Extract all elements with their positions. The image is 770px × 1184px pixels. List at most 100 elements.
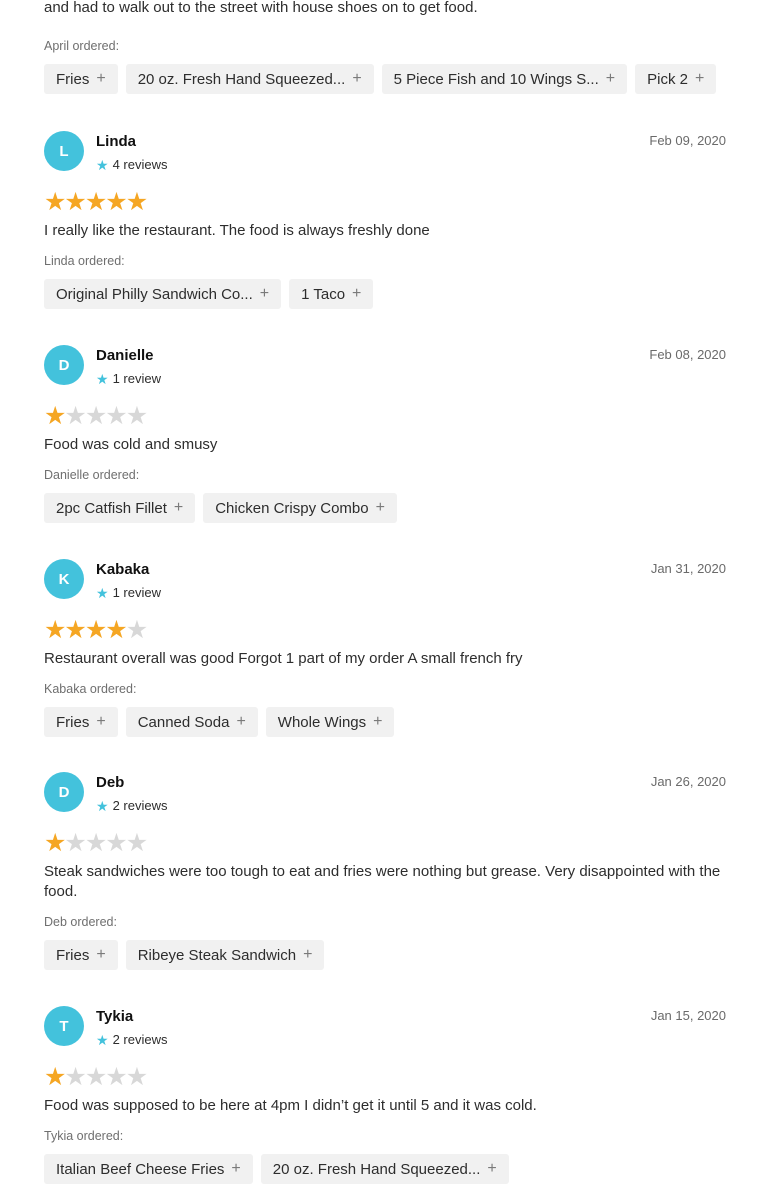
review-count-label: 1 review: [112, 371, 161, 386]
review-count: ★ 2 reviews: [96, 1032, 167, 1047]
star-rating: ★★★★★: [44, 830, 726, 856]
ordered-item-label: Ribeye Steak Sandwich: [137, 946, 297, 964]
ordered-item-label: Whole Wings: [277, 713, 367, 731]
star-icon: ★: [105, 829, 127, 857]
ordered-item-chip[interactable]: Fries +: [44, 940, 118, 970]
star-icon: ★: [64, 1063, 86, 1091]
review-card: L Linda ★ 4 reviews Feb 09, 2020 ★★★★★ I reall…: [44, 131, 726, 309]
star-icon: ★: [125, 616, 148, 644]
plus-icon[interactable]: +: [303, 946, 312, 964]
plus-icon[interactable]: +: [96, 713, 105, 731]
plus-icon[interactable]: +: [96, 946, 105, 964]
plus-icon[interactable]: +: [352, 70, 361, 88]
ordered-item-label: Original Philly Sandwich Co...: [56, 285, 253, 303]
ordered-item-chip[interactable]: Pick 2 +: [635, 64, 717, 94]
review-card: K Kabaka ★ 1 review Jan 31, 2020 ★★★★★ Restaur…: [44, 559, 726, 737]
star-icon: ★: [84, 829, 107, 857]
ordered-item-chip[interactable]: 2pc Catfish Fillet +: [44, 493, 196, 523]
ordered-items: Fries + Canned Soda + Whole Wings +: [44, 707, 726, 737]
review-header: D Danielle ★ 1 review Feb 08, 2020: [44, 345, 726, 403]
star-icon: ★: [44, 1063, 66, 1091]
star-icon: ★: [84, 616, 107, 644]
ordered-items: Italian Beef Cheese Fries +20 oz. Fresh H…: [44, 1154, 726, 1184]
star-icon: ★: [44, 616, 66, 644]
ordered-item-chip[interactable]: Italian Beef Cheese Fries +: [44, 1154, 253, 1184]
plus-icon[interactable]: +: [231, 1160, 240, 1178]
plus-icon[interactable]: +: [695, 70, 704, 88]
avatar: D: [44, 345, 84, 385]
reviews-feed: The food was pretty good. The only issue…: [44, 0, 726, 1184]
star-rating: ★★★★★: [44, 403, 726, 429]
star-icon: ★: [125, 188, 148, 216]
plus-icon[interactable]: +: [260, 285, 269, 303]
reviewer-name[interactable]: Linda: [96, 133, 136, 150]
ordered-item-chip[interactable]: Ribeye Steak Sandwich +: [125, 940, 325, 970]
review-order: Linda ordered: Original Philly Sandwich C…: [44, 253, 726, 309]
reviewer-name[interactable]: Kabaka: [96, 561, 149, 578]
ordered-items: Fries +20 oz. Fresh Hand Squeezed... +5 Pi…: [44, 64, 726, 94]
star-rating: ★★★★★: [44, 189, 726, 215]
review-header: D Deb ★ 2 reviews Jan 26, 2020: [44, 772, 726, 830]
reviewer-name[interactable]: Tykia: [96, 1008, 133, 1025]
ordered-item-chip[interactable]: Canned Soda +: [125, 707, 258, 737]
star-icon: ★: [96, 370, 109, 387]
ordered-item-chip[interactable]: Fries +: [44, 707, 118, 737]
ordered-item-chip[interactable]: 20 oz. Fresh Hand Squeezed... +: [260, 1154, 509, 1184]
review-text: Food was cold and smusy: [44, 436, 218, 453]
star-icon: ★: [64, 402, 86, 430]
previous-review-order: April ordered: Fries +20 oz. Fresh Hand S…: [44, 38, 726, 94]
review-header: K Kabaka ★ 1 review Jan 31, 2020: [44, 559, 726, 617]
review-header: T Tykia ★ 2 reviews Jan 15, 2020: [44, 1006, 726, 1064]
review-date: Feb 08, 2020: [649, 347, 726, 362]
ordered-items: Fries + Ribeye Steak Sandwich +: [44, 940, 726, 970]
ordered-item-chip[interactable]: Chicken Crispy Combo +: [203, 493, 397, 523]
star-icon: ★: [84, 188, 107, 216]
plus-icon[interactable]: +: [376, 499, 385, 517]
ordered-item-label: 20 oz. Fresh Hand Squeezed...: [137, 70, 346, 88]
plus-icon[interactable]: +: [96, 70, 105, 88]
star-icon: ★: [96, 156, 109, 173]
review-order: Danielle ordered: 2pc Catfish Fillet + Chic…: [44, 467, 726, 523]
ordered-item-label: Fries: [56, 70, 90, 88]
plus-icon[interactable]: +: [174, 499, 183, 517]
review-count-label: 2 reviews: [112, 798, 168, 813]
ordered-item-chip[interactable]: Whole Wings +: [265, 707, 395, 737]
avatar: D: [44, 772, 84, 812]
reviewer-name[interactable]: Danielle: [96, 347, 154, 364]
review-card: D Danielle ★ 1 review Feb 08, 2020 ★★★★★ Food …: [44, 345, 726, 523]
ordered-item-chip[interactable]: Fries +: [44, 64, 118, 94]
plus-icon[interactable]: +: [373, 713, 382, 731]
ordered-item-chip[interactable]: 20 oz. Fresh Hand Squeezed... +: [125, 64, 374, 94]
star-icon: ★: [105, 616, 127, 644]
ordered-items: 2pc Catfish Fillet + Chicken Crispy Combo +: [44, 493, 726, 523]
reviewer-name[interactable]: Deb: [96, 774, 124, 791]
ordered-item-label: Fries: [56, 713, 90, 731]
star-icon: ★: [64, 829, 86, 857]
plus-icon[interactable]: +: [236, 713, 245, 731]
star-icon: ★: [125, 1063, 148, 1091]
star-icon: ★: [105, 1063, 127, 1091]
star-icon: ★: [84, 1063, 107, 1091]
review-count-label: 4 reviews: [112, 157, 168, 172]
review-text: Food was supposed to be here at 4pm I di…: [44, 1097, 537, 1114]
ordered-items: Original Philly Sandwich Co... +1 Taco +: [44, 279, 726, 309]
review-text: The food was pretty good. The only issue…: [44, 0, 478, 16]
star-icon: ★: [125, 829, 148, 857]
ordered-item-label: 1 Taco: [301, 285, 346, 303]
review-date: Jan 15, 2020: [650, 1008, 726, 1023]
review-count: ★ 1 review: [96, 585, 161, 600]
star-icon: ★: [64, 616, 86, 644]
plus-icon[interactable]: +: [487, 1160, 496, 1178]
review-date: Jan 31, 2020: [650, 561, 726, 576]
plus-icon[interactable]: +: [606, 70, 615, 88]
star-icon: ★: [96, 584, 109, 601]
ordered-label: Kabaka ordered:: [44, 682, 137, 696]
plus-icon[interactable]: +: [352, 285, 361, 303]
review-card: D Deb ★ 2 reviews Jan 26, 2020 ★★★★★ Steak san…: [44, 772, 726, 970]
ordered-item-label: Canned Soda: [137, 713, 230, 731]
ordered-item-chip[interactable]: 5 Piece Fish and 10 Wings S... +: [381, 64, 628, 94]
review-text: Restaurant overall was good Forgot 1 par…: [44, 650, 523, 667]
star-icon: ★: [44, 402, 66, 430]
ordered-item-chip[interactable]: 1 Taco +: [289, 279, 374, 309]
ordered-item-chip[interactable]: Original Philly Sandwich Co... +: [44, 279, 282, 309]
